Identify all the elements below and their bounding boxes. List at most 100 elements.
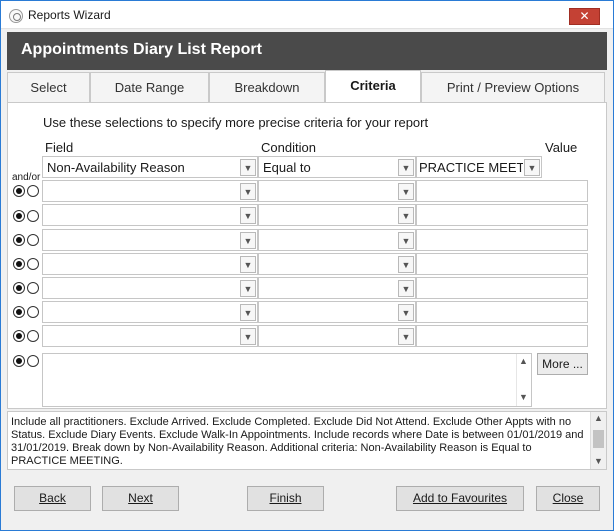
value-field[interactable] — [416, 253, 588, 275]
chevron-down-icon[interactable]: ▼ — [524, 159, 540, 176]
or-radio[interactable] — [27, 282, 39, 294]
tab-print-preview-options[interactable]: Print / Preview Options — [421, 72, 605, 103]
chevron-down-icon[interactable]: ▼ — [240, 183, 256, 200]
or-radio[interactable] — [27, 355, 39, 367]
next-button[interactable]: Next — [102, 486, 179, 511]
back-button[interactable]: Back — [14, 486, 91, 511]
field-dropdown[interactable]: ▼ — [42, 325, 258, 347]
condition-dropdown[interactable]: ▼ — [258, 253, 416, 275]
condition-value: Equal to — [263, 160, 311, 175]
chevron-down-icon[interactable]: ▼ — [519, 392, 528, 402]
field-column-header: Field — [45, 140, 74, 155]
tab-criteria[interactable]: Criteria — [325, 70, 421, 103]
title-bar: Reports Wizard ✕ — [1, 1, 613, 29]
value-field[interactable] — [416, 204, 588, 226]
chevron-down-icon[interactable]: ▼ — [240, 280, 256, 297]
back-label: Back — [39, 491, 66, 505]
value-text: PRACTICE MEETIN — [419, 160, 523, 175]
value-field[interactable] — [416, 325, 588, 347]
field-dropdown[interactable]: ▼ — [42, 301, 258, 323]
chevron-down-icon[interactable]: ▼ — [398, 232, 414, 249]
or-radio[interactable] — [27, 258, 39, 270]
condition-dropdown[interactable]: ▼ — [258, 277, 416, 299]
reports-wizard-window: Reports Wizard ✕ Appointments Diary List… — [0, 0, 614, 531]
chevron-down-icon[interactable]: ▼ — [240, 207, 256, 224]
textarea-scrollbar[interactable]: ▲ ▼ — [516, 354, 531, 406]
value-dropdown[interactable]: PRACTICE MEETIN▼ — [416, 156, 542, 178]
criteria-panel: Use these selections to specify more pre… — [7, 102, 607, 409]
tab-date-range[interactable]: Date Range — [90, 72, 209, 103]
field-dropdown[interactable]: ▼ — [42, 253, 258, 275]
finish-button[interactable]: Finish — [247, 486, 324, 511]
and-radio[interactable] — [13, 355, 25, 367]
summary-text: Include all practitioners. Exclude Arriv… — [11, 416, 584, 467]
condition-dropdown[interactable]: ▼ — [258, 180, 416, 202]
and-radio[interactable] — [13, 210, 25, 222]
chevron-down-icon[interactable]: ▼ — [240, 159, 256, 176]
condition-dropdown[interactable]: ▼ — [258, 229, 416, 251]
andor-label: and/or — [12, 172, 41, 183]
chevron-down-icon[interactable]: ▼ — [398, 328, 414, 345]
and-radio[interactable] — [13, 258, 25, 270]
or-radio[interactable] — [27, 330, 39, 342]
field-dropdown[interactable]: ▼ — [42, 229, 258, 251]
field-dropdown[interactable]: ▼ — [42, 277, 258, 299]
chevron-down-icon[interactable]: ▼ — [398, 183, 414, 200]
chevron-down-icon[interactable]: ▼ — [240, 232, 256, 249]
chevron-up-icon[interactable]: ▲ — [594, 413, 603, 423]
tab-breakdown[interactable]: Breakdown — [209, 72, 325, 103]
custom-criteria-textarea[interactable]: ▲ ▼ — [42, 353, 532, 407]
close-button[interactable]: Close — [536, 486, 600, 511]
field-dropdown[interactable]: Non-Availability Reason ▼ — [42, 156, 258, 178]
tab-strip: Select Date Range Breakdown Criteria Pri… — [7, 70, 607, 103]
or-radio[interactable] — [27, 234, 39, 246]
window-title: Reports Wizard — [28, 8, 111, 22]
chevron-down-icon[interactable]: ▼ — [240, 304, 256, 321]
tab-select[interactable]: Select — [7, 72, 90, 103]
condition-column-header: Condition — [261, 140, 316, 155]
chevron-up-icon[interactable]: ▲ — [519, 356, 528, 366]
value-field[interactable] — [416, 301, 588, 323]
or-radio[interactable] — [27, 210, 39, 222]
finish-label: Finish — [269, 491, 302, 505]
and-radio[interactable] — [13, 306, 25, 318]
report-summary: Include all practitioners. Exclude Arriv… — [7, 411, 607, 470]
and-radio[interactable] — [13, 185, 25, 197]
next-label: Next — [128, 491, 153, 505]
value-column-header: Value — [545, 140, 578, 155]
field-dropdown[interactable]: ▼ — [42, 204, 258, 226]
value-field[interactable] — [416, 277, 588, 299]
chevron-down-icon[interactable]: ▼ — [398, 256, 414, 273]
value-field[interactable] — [416, 180, 588, 202]
add-to-favourites-button[interactable]: Add to Favourites — [396, 486, 524, 511]
or-radio[interactable] — [27, 185, 39, 197]
summary-scrollbar[interactable]: ▲ ▼ — [590, 412, 606, 469]
chevron-down-icon[interactable]: ▼ — [398, 304, 414, 321]
chevron-down-icon[interactable]: ▼ — [240, 328, 256, 345]
app-icon — [9, 9, 23, 23]
and-radio[interactable] — [13, 330, 25, 342]
value-field[interactable] — [416, 229, 588, 251]
report-header: Appointments Diary List Report — [7, 32, 607, 70]
more-button[interactable]: More ... — [537, 353, 588, 375]
scrollbar-thumb[interactable] — [593, 430, 604, 448]
chevron-down-icon[interactable]: ▼ — [240, 256, 256, 273]
and-radio[interactable] — [13, 282, 25, 294]
chevron-down-icon[interactable]: ▼ — [594, 456, 603, 466]
instruction-text: Use these selections to specify more pre… — [43, 115, 429, 130]
field-value: Non-Availability Reason — [47, 160, 185, 175]
page-title: Appointments Diary List Report — [21, 41, 262, 58]
favourites-label: Add to Favourites — [412, 491, 508, 505]
close-label: Close — [552, 491, 584, 505]
chevron-down-icon[interactable]: ▼ — [398, 207, 414, 224]
condition-dropdown[interactable]: ▼ — [258, 325, 416, 347]
condition-dropdown[interactable]: ▼ — [258, 204, 416, 226]
condition-dropdown[interactable]: Equal to ▼ — [258, 156, 416, 178]
condition-dropdown[interactable]: ▼ — [258, 301, 416, 323]
chevron-down-icon[interactable]: ▼ — [398, 159, 414, 176]
close-icon[interactable]: ✕ — [569, 8, 600, 25]
and-radio[interactable] — [13, 234, 25, 246]
chevron-down-icon[interactable]: ▼ — [398, 280, 414, 297]
or-radio[interactable] — [27, 306, 39, 318]
field-dropdown[interactable]: ▼ — [42, 180, 258, 202]
